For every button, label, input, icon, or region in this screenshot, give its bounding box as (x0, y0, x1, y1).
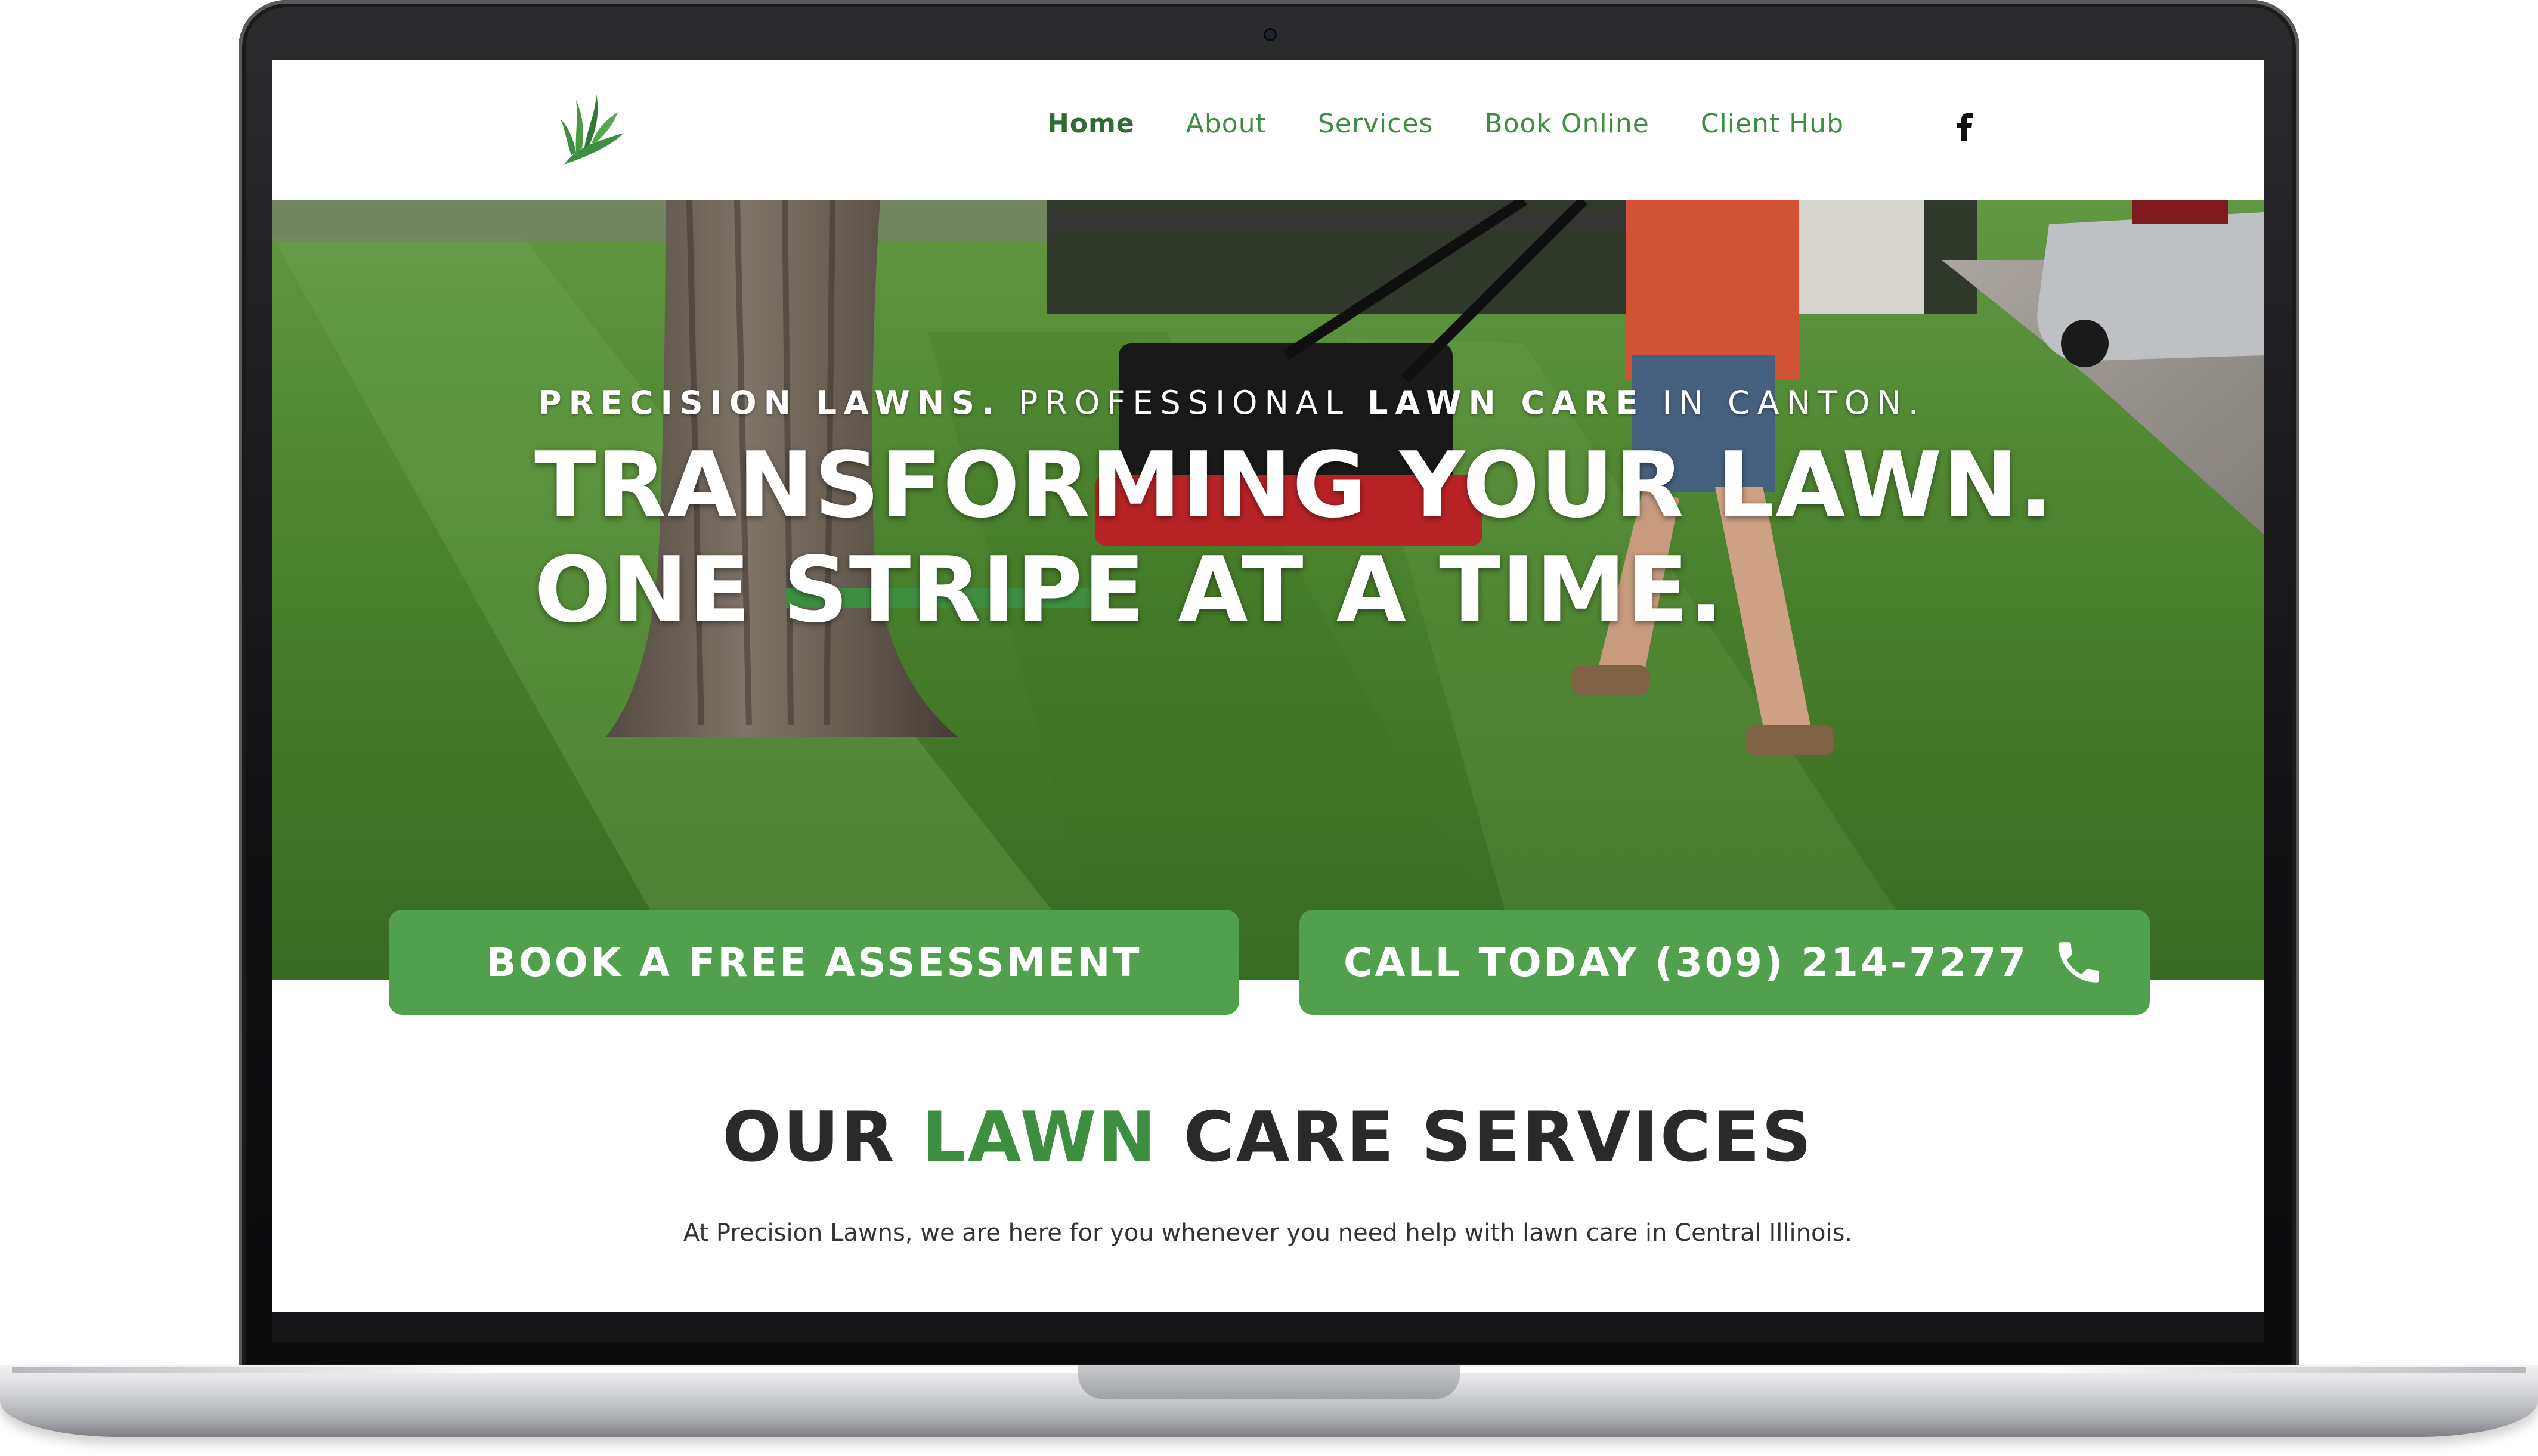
facebook-icon[interactable] (1955, 113, 1975, 141)
phone-icon (2059, 942, 2099, 983)
webcam (1265, 30, 1275, 39)
tagline-brand: PRECISION LAWNS. (538, 384, 1001, 422)
site-header: Home About Services Book Online Client H… (272, 60, 2264, 200)
hero-headline: TRANSFORMING YOUR LAWN. ONE STRIPE AT A … (534, 433, 2054, 643)
services-heading-part1: OUR (722, 1097, 922, 1178)
laptop-bottom-bezel (272, 1312, 2264, 1342)
tagline-lawn-care: LAWN CARE (1367, 384, 1645, 422)
headline-line-2: ONE STRIPE AT A TIME. (534, 537, 1725, 643)
book-assessment-label: BOOK A FREE ASSESSMENT (486, 939, 1142, 986)
main-nav: Home About Services Book Online Client H… (1047, 109, 1895, 139)
tagline-location: IN CANTON. (1645, 384, 1926, 422)
nav-book-online[interactable]: Book Online (1484, 109, 1649, 139)
call-today-label: CALL TODAY (309) 214-7277 (1344, 939, 2028, 986)
services-heading-accent: LAWN (921, 1097, 1158, 1178)
hero-tagline: PRECISION LAWNS. PROFESSIONAL LAWN CARE … (538, 384, 1926, 422)
tagline-professional: PROFESSIONAL (1001, 384, 1368, 422)
services-heading: OUR LAWN CARE SERVICES (272, 1097, 2264, 1178)
website-screen: Home About Services Book Online Client H… (272, 60, 2264, 1312)
hero-section: PRECISION LAWNS. PROFESSIONAL LAWN CARE … (272, 200, 2264, 980)
laptop-notch (1078, 1365, 1460, 1399)
nav-services[interactable]: Services (1318, 109, 1434, 139)
services-heading-part2: CARE SERVICES (1157, 1097, 1813, 1178)
nav-about[interactable]: About (1186, 109, 1267, 139)
call-today-button[interactable]: CALL TODAY (309) 214-7277 (1299, 910, 2150, 1015)
grass-blade-logo-icon[interactable] (558, 88, 630, 166)
nav-client-hub[interactable]: Client Hub (1701, 109, 1844, 139)
nav-home[interactable]: Home (1047, 109, 1135, 139)
services-subtitle: At Precision Lawns, we are here for you … (683, 1219, 1853, 1247)
book-assessment-button[interactable]: BOOK A FREE ASSESSMENT (389, 910, 1239, 1015)
headline-line-1: TRANSFORMING YOUR LAWN. (534, 432, 2054, 538)
